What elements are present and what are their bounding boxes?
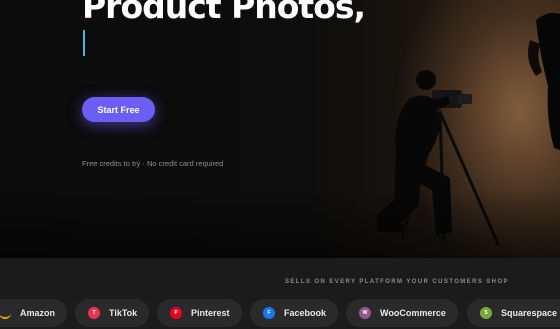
woocommerce-icon: W: [359, 307, 371, 319]
platform-chip-facebook[interactable]: F Facebook: [250, 299, 339, 327]
tiktok-icon: T: [88, 307, 100, 319]
platform-label: Amazon: [20, 308, 56, 318]
platform-label: TikTok: [109, 308, 138, 318]
platform-chip-tiktok[interactable]: T TikTok: [75, 299, 150, 327]
pinterest-icon: P: [170, 307, 182, 319]
hero-headline: Product Photos,: [82, 0, 366, 26]
platform-label: Squarespace: [501, 308, 558, 318]
platform-chip-woocommerce[interactable]: W WooCommerce: [346, 299, 458, 327]
squarespace-icon: S: [480, 307, 492, 319]
photographer-image: [376, 12, 560, 246]
text-cursor: [83, 30, 85, 56]
start-free-button[interactable]: Start Free: [82, 97, 155, 122]
credits-note: Free credits to try · No credit card req…: [82, 159, 224, 168]
hero-section: Product Photos, Start Free Free credits …: [0, 0, 560, 258]
platforms-caption: SELLS ON EVERY PLATFORM YOUR CUSTOMERS S…: [285, 279, 509, 285]
platform-chip-pinterest[interactable]: P Pinterest: [157, 299, 242, 327]
platform-chip-amazon[interactable]: Amazon: [0, 299, 68, 327]
platform-label: WooCommerce: [380, 308, 446, 318]
platform-label: Pinterest: [191, 308, 230, 318]
platform-chip-squarespace[interactable]: S Squarespace: [467, 299, 560, 327]
facebook-icon: F: [263, 307, 275, 319]
platforms-section: SELLS ON EVERY PLATFORM YOUR CUSTOMERS S…: [0, 258, 560, 329]
model-figure: [528, 12, 560, 150]
platform-label: Facebook: [284, 308, 327, 318]
amazon-icon: [0, 311, 11, 319]
